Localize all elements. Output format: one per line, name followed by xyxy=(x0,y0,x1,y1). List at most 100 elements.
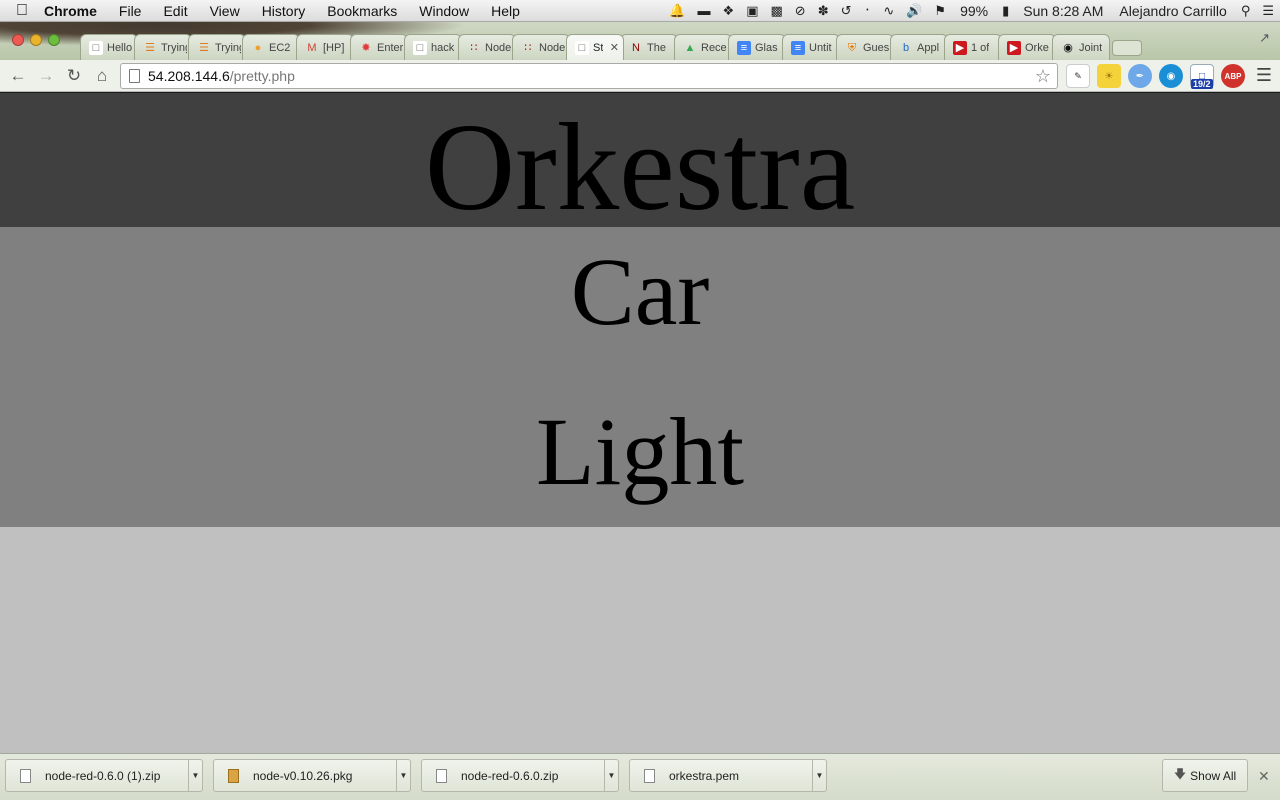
download-item[interactable]: node-v0.10.26.pkg ▼ xyxy=(213,759,411,792)
page-content: Orkestra Car Light xyxy=(0,93,1280,753)
download-item[interactable]: node-red-0.6.0.zip ▼ xyxy=(421,759,619,792)
battery-icon[interactable]: ▮ xyxy=(996,3,1015,19)
tab-9[interactable]: □ St ✕ xyxy=(566,34,624,60)
menu-window[interactable]: Window xyxy=(408,3,480,19)
bluetooth-icon[interactable]: ᛫ xyxy=(858,3,878,18)
notification-bell-icon[interactable]: 🔔 xyxy=(663,3,691,19)
home-icon[interactable]: ⌂ xyxy=(88,66,116,86)
tab-4[interactable]: M [HP] xyxy=(296,34,354,60)
tab-10[interactable]: N The xyxy=(620,34,678,60)
extensions-bar: ✎ ☀ ✒ ◉ □ 19/2 ABP xyxy=(1066,64,1245,89)
screen-capture-icon[interactable]: ▣ xyxy=(740,3,764,19)
tab-label: Appl xyxy=(917,41,940,54)
feather-extension-icon[interactable]: ✒ xyxy=(1128,64,1152,88)
download-filename: node-red-0.6.0.zip xyxy=(461,768,559,783)
tab-label: Orke xyxy=(1025,41,1049,54)
tab-15[interactable]: b Appl xyxy=(890,34,948,60)
menu-file[interactable]: File xyxy=(108,3,153,19)
zoom-window-icon[interactable] xyxy=(48,34,60,46)
fullscreen-icon[interactable]: ↗ xyxy=(1259,30,1270,46)
download-item[interactable]: node-red-0.6.0 (1).zip ▼ xyxy=(5,759,203,792)
tab-label: hack xyxy=(431,41,455,54)
sun-extension-icon[interactable]: ☀ xyxy=(1097,64,1121,88)
tab-17[interactable]: ▶ Orke xyxy=(998,34,1056,60)
tab-13[interactable]: ≡ Untit xyxy=(782,34,840,60)
close-tab-icon[interactable]: ✕ xyxy=(608,41,619,54)
app-menu-chrome[interactable]: Chrome xyxy=(44,3,108,19)
adblock-plus-icon[interactable]: ABP xyxy=(1221,64,1245,88)
close-window-icon[interactable] xyxy=(12,34,24,46)
download-menu-chevron-icon[interactable]: ▼ xyxy=(188,760,202,791)
input-flag-icon[interactable]: ⚑ xyxy=(928,3,952,19)
tab-8[interactable]: ∷ Node xyxy=(512,34,570,60)
gmail-icon: M xyxy=(307,41,317,54)
tab-label: EC2 xyxy=(269,41,291,54)
page-title: Orkestra xyxy=(424,99,856,237)
menu-bookmarks[interactable]: Bookmarks xyxy=(316,3,408,19)
reload-icon[interactable]: ↻ xyxy=(60,66,88,86)
node-red-icon: ∷ xyxy=(470,41,478,54)
clock[interactable]: Sun 8:28 AM xyxy=(1015,3,1111,19)
princeton-icon: ⛨ xyxy=(847,41,857,54)
tab-16[interactable]: ▶ 1 of xyxy=(944,34,1002,60)
file-icon xyxy=(20,768,31,783)
url-host: 54.208.144.6 xyxy=(148,68,230,84)
tab-11[interactable]: ▲ Rece xyxy=(674,34,732,60)
tab-12[interactable]: ≡ Glas xyxy=(728,34,786,60)
download-menu-chevron-icon[interactable]: ▼ xyxy=(812,760,826,791)
show-all-downloads-button[interactable]: 🡇 Show All xyxy=(1162,759,1248,792)
new-tab-button[interactable] xyxy=(1112,40,1142,56)
forward-arrow-icon[interactable]: → xyxy=(32,66,60,86)
download-menu-chevron-icon[interactable]: ▼ xyxy=(604,760,618,791)
notification-center-icon[interactable]: ☰ xyxy=(1256,3,1280,19)
menu-help[interactable]: Help xyxy=(480,3,531,19)
translate-extension-icon[interactable]: ✎ xyxy=(1066,64,1090,88)
bookmark-star-icon[interactable]: ☆ xyxy=(1035,66,1051,87)
close-shelf-icon[interactable]: ✕ xyxy=(1258,768,1270,785)
device-light[interactable]: Light xyxy=(0,377,1280,527)
wifi-icon[interactable]: ∿ xyxy=(877,3,900,19)
tab-label: Node xyxy=(485,41,511,54)
eye-extension-icon[interactable]: ◉ xyxy=(1159,64,1183,88)
dropbox-icon[interactable]: ❖ xyxy=(717,3,741,19)
tab-7[interactable]: ∷ Node xyxy=(458,34,516,60)
menu-edit[interactable]: Edit xyxy=(152,3,198,19)
tab-14[interactable]: ⛨ Gues xyxy=(836,34,894,60)
paw-icon[interactable]: ✽ xyxy=(812,3,835,19)
spotlight-search-icon[interactable]: ⚲ xyxy=(1235,3,1257,19)
no-entry-icon[interactable]: ⊘ xyxy=(789,3,812,19)
tab-label: The xyxy=(647,41,666,54)
chrome-menu-icon[interactable]: ☰ xyxy=(1256,65,1272,86)
volume-icon[interactable]: 🔊 xyxy=(900,3,928,19)
menu-view[interactable]: View xyxy=(199,3,251,19)
download-menu-chevron-icon[interactable]: ▼ xyxy=(396,760,410,791)
minimize-window-icon[interactable] xyxy=(30,34,42,46)
user-name[interactable]: Alejandro Carrillo xyxy=(1111,3,1234,19)
calendar-extension-icon[interactable]: □ 19/2 xyxy=(1190,64,1214,89)
b-icon: b xyxy=(902,41,910,54)
address-bar[interactable]: 54.208.144.6 /pretty.php ☆ xyxy=(120,63,1058,89)
drive-icon: ▲ xyxy=(684,41,696,54)
tab-label: Rece xyxy=(701,41,727,54)
tab-1[interactable]: ☰ Trying xyxy=(134,34,192,60)
menu-history[interactable]: History xyxy=(251,3,317,19)
show-all-label: Show All xyxy=(1190,768,1237,783)
tab-6[interactable]: □ hack xyxy=(404,34,462,60)
youtube-icon: ▶ xyxy=(1007,40,1021,55)
back-arrow-icon[interactable]: ← xyxy=(4,66,32,86)
tab-label: Hello xyxy=(107,41,133,54)
battery-percent[interactable]: 99% xyxy=(952,3,996,19)
tab-3[interactable]: ● EC2 xyxy=(242,34,300,60)
download-item[interactable]: orkestra.pem ▼ xyxy=(629,759,827,792)
github-icon: ◉ xyxy=(1063,41,1073,54)
tab-18[interactable]: ◉ Joint xyxy=(1052,34,1110,60)
tab-0[interactable]: □ Hello xyxy=(80,34,138,60)
apple-menu-icon[interactable]:  xyxy=(0,2,44,20)
tab-2[interactable]: ☰ Trying xyxy=(188,34,246,60)
time-machine-icon[interactable]: ↺ xyxy=(835,3,858,19)
battery-status-icon[interactable]: ▬ xyxy=(692,3,717,18)
mirror-display-icon[interactable]: ▩ xyxy=(764,3,788,19)
tab-5[interactable]: ✸ Enter xyxy=(350,34,408,60)
tab-label: Trying xyxy=(161,41,187,54)
device-car[interactable]: Car xyxy=(0,227,1280,377)
